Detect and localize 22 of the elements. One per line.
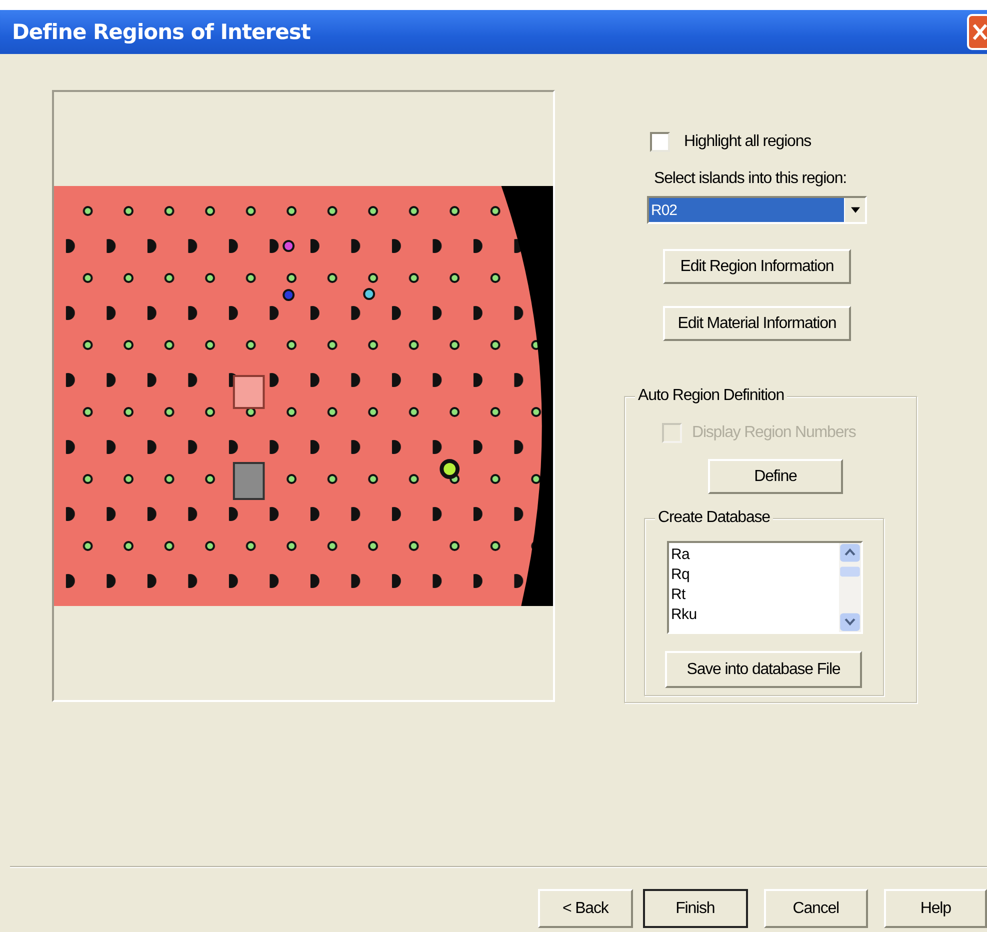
list-item[interactable]: Rku (671, 605, 839, 625)
list-item[interactable]: Rt (671, 585, 839, 605)
caret-icon (850, 207, 860, 213)
checkbox[interactable] (650, 132, 670, 152)
define-button[interactable]: Define (708, 459, 843, 494)
edit-button[interactable]: Edit Material Information (663, 306, 851, 341)
scrollbar[interactable] (839, 543, 861, 632)
dialog-button[interactable]: < Back (538, 889, 633, 928)
save-button[interactable]: Save into database File (665, 651, 862, 688)
dialog-button[interactable]: Cancel (764, 889, 868, 928)
list-item[interactable]: Rq (671, 565, 839, 585)
group-title: Auto Region Definition (635, 387, 788, 405)
region-dropdown[interactable]: R02 (647, 196, 867, 224)
edit-button[interactable]: Edit Region Information (663, 249, 851, 284)
checkbox-label: Highlight all regions (684, 133, 812, 151)
dialog-button[interactable]: Help (884, 889, 987, 928)
checkbox-label: Display Region Numbers (692, 424, 856, 442)
window-title: Define Regions of Interest (12, 20, 310, 44)
field-label: Select islands into this region: (654, 170, 848, 188)
dialog-button[interactable]: Finish (642, 889, 748, 928)
list-item[interactable]: Ra (671, 545, 839, 565)
close-icon[interactable] (967, 14, 987, 50)
